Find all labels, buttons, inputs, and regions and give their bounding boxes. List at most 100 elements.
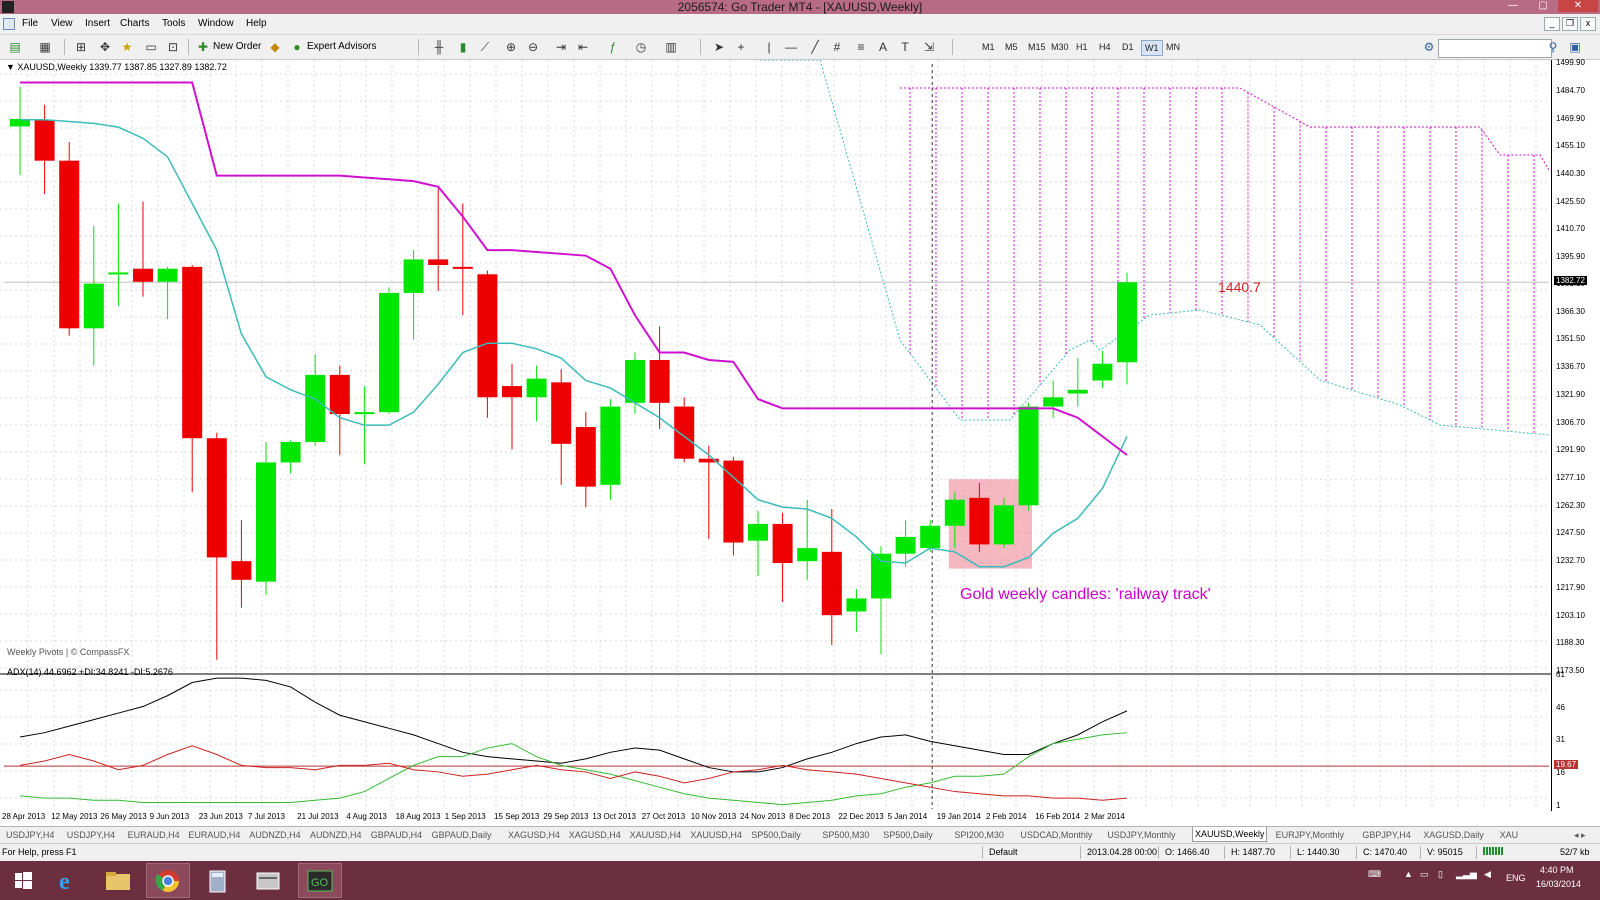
metaeditor-icon[interactable]: ◆ [268, 40, 282, 54]
vertical-line-icon[interactable]: | [762, 40, 776, 54]
chart-tab[interactable]: EURAUD,H4 [186, 828, 242, 842]
timeframe-m5[interactable]: M5 [1002, 40, 1021, 54]
market-watch-icon[interactable]: ⊞ [74, 40, 88, 54]
chart-shift-icon[interactable]: ⇤ [576, 40, 590, 54]
menu-view[interactable]: View [51, 17, 73, 31]
templates-icon[interactable]: ▥ [664, 40, 678, 54]
app-window-icon[interactable] [246, 863, 290, 898]
text-icon[interactable]: A [876, 40, 890, 54]
search-input[interactable] [1438, 39, 1552, 58]
periods-icon[interactable]: ◷ [634, 40, 648, 54]
menu-window[interactable]: Window [198, 17, 234, 31]
menu-insert[interactable]: Insert [85, 17, 110, 31]
zoom-in-icon[interactable]: ⊕ [504, 40, 518, 54]
candlestick-icon[interactable]: ▮ [456, 40, 470, 54]
internet-explorer-icon[interactable]: e [46, 863, 90, 898]
action-center-icon[interactable]: ▭ [1420, 869, 1429, 880]
chart-tab[interactable]: SP500,Daily [881, 828, 935, 842]
zoom-out-icon[interactable]: ⊖ [526, 40, 540, 54]
maximize-button[interactable]: ▢ [1530, 0, 1556, 12]
timeframe-w1[interactable]: W1 [1141, 40, 1163, 56]
chart-tab[interactable]: USDJPY,H4 [4, 828, 56, 842]
chart-tab[interactable]: XAGUSD,Daily [1421, 828, 1486, 842]
terminal-icon[interactable]: ▭ [144, 40, 158, 54]
menu-file[interactable]: File [22, 17, 38, 31]
file-explorer-icon[interactable] [96, 863, 140, 898]
chart-tab[interactable]: GBPAUD,H4 [369, 828, 424, 842]
timeframe-m30[interactable]: M30 [1048, 40, 1072, 54]
chart-tab[interactable]: XAUUSD,H4 [628, 828, 684, 842]
new-order-button[interactable]: New Order [213, 38, 261, 56]
timeframe-m1[interactable]: M1 [979, 40, 998, 54]
chart-tab[interactable]: AUDNZD,H4 [247, 828, 303, 842]
chart-tab[interactable]: EURAUD,H4 [126, 828, 182, 842]
fibonacci-icon[interactable]: ≡ [854, 40, 868, 54]
chart-tab[interactable]: USDCAD,Monthly [1018, 828, 1094, 842]
horizontal-line-icon[interactable]: — [784, 40, 798, 54]
close-button[interactable]: ✕ [1558, 0, 1598, 12]
indicators-icon[interactable]: ƒ [606, 40, 620, 54]
expert-advisors-button[interactable]: Expert Advisors [307, 38, 376, 56]
start-button[interactable] [2, 863, 46, 898]
chart-tab[interactable]: XAU [1498, 828, 1521, 842]
navigator-icon[interactable]: ★ [120, 40, 134, 54]
mdi-minimize-button[interactable]: _ [1544, 17, 1560, 31]
timeframe-h1[interactable]: H1 [1073, 40, 1091, 54]
profiles-icon[interactable]: ▦ [38, 40, 52, 54]
timeframe-h4[interactable]: H4 [1096, 40, 1114, 54]
menu-charts[interactable]: Charts [120, 17, 149, 31]
chart-tab[interactable]: GBPJPY,H4 [1360, 828, 1412, 842]
bar-chart-icon[interactable]: ╫ [432, 40, 446, 54]
equidistant-channel-icon[interactable]: # [830, 40, 844, 54]
chart-tab[interactable]: GBPAUD,Daily [430, 828, 494, 842]
new-order-icon[interactable]: ✚ [196, 40, 210, 54]
metatrader-taskbar-icon[interactable]: GO [298, 863, 342, 898]
chart-tab[interactable]: USDJPY,H4 [65, 828, 117, 842]
expert-advisors-icon[interactable]: ● [290, 40, 304, 54]
trendline-icon[interactable]: ╱ [808, 40, 822, 54]
menu-help[interactable]: Help [246, 17, 267, 31]
search-icon[interactable]: ⚲ [1546, 40, 1560, 54]
arrows-icon[interactable]: ⇲ [922, 40, 936, 54]
timeframe-m15[interactable]: M15 [1025, 40, 1049, 54]
clock-time[interactable]: 4:40 PM [1540, 865, 1574, 875]
language-indicator[interactable]: ENG [1506, 873, 1526, 883]
chart-tab[interactable]: XAUUSD,Weekly [1192, 827, 1268, 842]
keyboard-icon[interactable]: ⌨ [1368, 869, 1381, 880]
text-label-icon[interactable]: T [898, 40, 912, 54]
network-signal-icon[interactable]: ▂▃▅ [1456, 869, 1477, 880]
timeframe-d1[interactable]: D1 [1119, 40, 1137, 54]
chart-area[interactable]: ▼ XAUUSD,Weekly 1339.77 1387.85 1327.89 … [0, 60, 1600, 824]
price-chart[interactable] [0, 60, 1600, 824]
tab-scroll-arrows-icon[interactable]: ◂ ▸ [1572, 828, 1588, 842]
chart-window-icon[interactable] [3, 18, 15, 30]
volume-icon[interactable]: ◀ [1484, 869, 1491, 880]
cursor-icon[interactable]: ➤ [712, 40, 726, 54]
chart-tab[interactable]: USDJPY,Monthly [1105, 828, 1177, 842]
minimize-button[interactable]: — [1500, 0, 1526, 12]
chart-tab[interactable]: XAGUSD,H4 [567, 828, 623, 842]
new-chart-icon[interactable]: ▤ [8, 40, 22, 54]
menu-tools[interactable]: Tools [162, 17, 185, 31]
crosshair-icon[interactable]: + [734, 40, 748, 54]
data-window-icon[interactable]: ✥ [98, 40, 112, 54]
chart-tab[interactable]: XAUUSD,H4 [688, 828, 744, 842]
community-icon[interactable]: ▣ [1568, 40, 1582, 54]
chart-tab[interactable]: SP500,Daily [749, 828, 803, 842]
calculator-icon[interactable] [196, 863, 240, 898]
clock-date[interactable]: 16/03/2014 [1536, 879, 1581, 889]
chart-tab[interactable]: SP500,M30 [820, 828, 871, 842]
chrome-icon[interactable] [146, 863, 190, 898]
auto-scroll-icon[interactable]: ⇥ [554, 40, 568, 54]
timeframe-mn[interactable]: MN [1163, 40, 1183, 54]
chart-tab[interactable]: XAGUSD,H4 [506, 828, 562, 842]
battery-icon[interactable]: ▯ [1438, 869, 1443, 880]
mdi-restore-button[interactable]: ❐ [1562, 17, 1578, 31]
chart-tab[interactable]: SPI200,M30 [952, 828, 1006, 842]
chart-tab[interactable]: AUDNZD,H4 [308, 828, 364, 842]
settings-gear-icon[interactable]: ⚙ [1422, 40, 1436, 54]
mdi-close-button[interactable]: x [1580, 17, 1596, 31]
line-chart-icon[interactable]: ⟋ [478, 40, 492, 54]
tray-expand-icon[interactable]: ▲ [1404, 869, 1413, 879]
chart-tab[interactable]: EURJPY,Monthly [1274, 828, 1346, 842]
